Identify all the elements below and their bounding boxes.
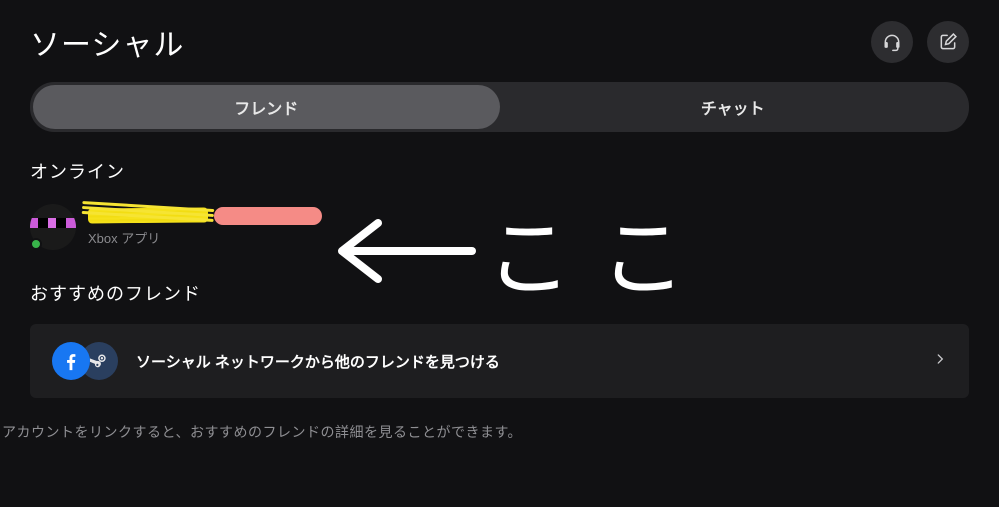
friend-status-text: Xbox アプリ <box>88 228 322 247</box>
tab-friends[interactable]: フレンド <box>33 85 500 129</box>
friend-avatar-wrap <box>30 204 76 250</box>
friend-name-redacted <box>88 208 322 224</box>
header: ソーシャル <box>30 20 969 64</box>
compose-icon <box>938 32 958 52</box>
facebook-icon <box>52 342 90 380</box>
social-network-icons <box>52 342 118 380</box>
tab-chat[interactable]: チャット <box>500 85 967 129</box>
headset-button[interactable] <box>871 21 913 63</box>
redaction-red <box>214 207 322 225</box>
online-heading: オンライン <box>30 158 969 184</box>
suggested-heading: おすすめのフレンド <box>30 280 969 306</box>
find-friends-label: ソーシャル ネットワークから他のフレンドを見つける <box>136 351 500 372</box>
chevron-right-icon <box>933 352 947 371</box>
compose-button[interactable] <box>927 21 969 63</box>
friend-text-block: Xbox アプリ <box>88 208 322 247</box>
redaction-yellow <box>88 207 208 223</box>
page-title: ソーシャル <box>30 20 184 64</box>
headset-icon <box>882 32 902 52</box>
header-action-icons <box>871 21 969 63</box>
find-friends-card[interactable]: ソーシャル ネットワークから他のフレンドを見つける <box>30 324 969 398</box>
tab-bar: フレンド チャット <box>30 82 969 132</box>
presence-indicator-online <box>30 238 42 250</box>
friend-list-item[interactable]: Xbox アプリ <box>30 204 969 250</box>
link-account-hint: アカウントをリンクすると、おすすめのフレンドの詳細を見ることができます。 <box>0 422 999 442</box>
